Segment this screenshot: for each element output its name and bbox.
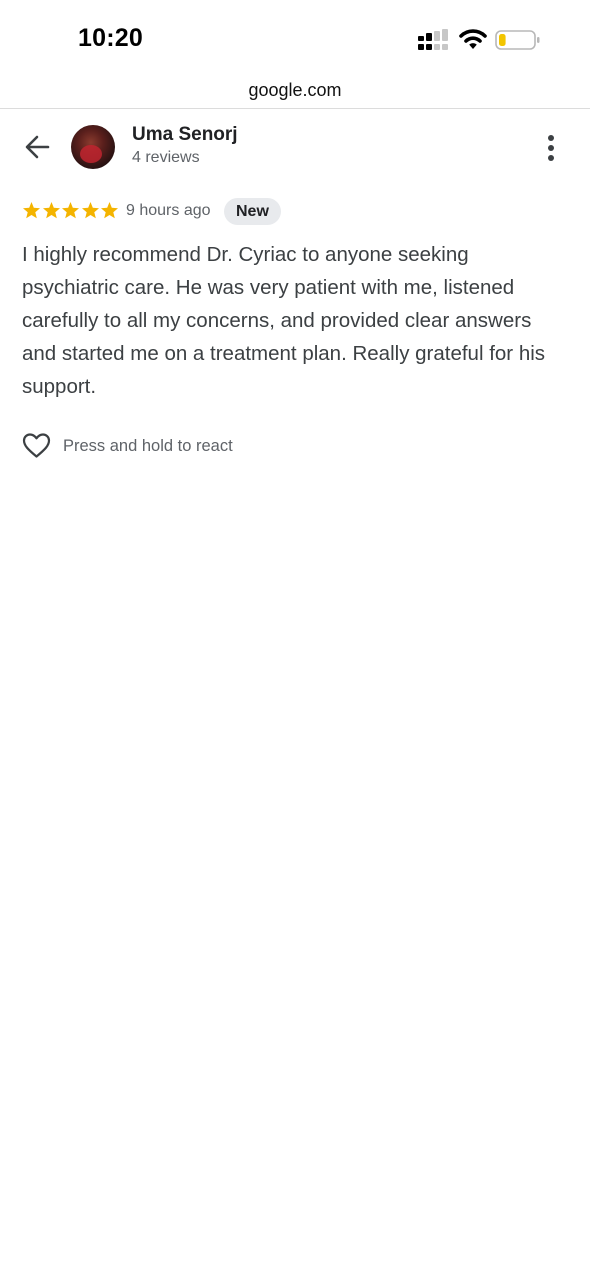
react-hint: Press and hold to react	[63, 437, 233, 455]
wifi-icon	[459, 29, 487, 49]
status-bar: 10:20	[0, 0, 590, 80]
star-rating	[22, 201, 120, 221]
star-icon	[62, 202, 79, 219]
cellular-signal-icon	[418, 29, 448, 50]
star-icon	[42, 202, 60, 219]
more-options-icon[interactable]	[540, 133, 562, 163]
battery-icon	[495, 30, 540, 50]
star-icon	[101, 202, 118, 219]
heart-outline-icon[interactable]	[22, 432, 51, 459]
url-bar[interactable]: google.com	[0, 76, 590, 109]
status-time: 10:20	[78, 24, 143, 52]
star-icon	[81, 202, 99, 219]
avatar-photo-detail	[80, 145, 102, 163]
review-time: 9 hours ago	[126, 202, 211, 219]
new-badge: New	[224, 198, 281, 225]
reviewer-review-count: 4 reviews	[132, 149, 200, 166]
review-page: 10:20 google.com Uma Senorj 4 reviews 9 …	[0, 0, 590, 1280]
review-text: I highly recommend Dr. Cyriac to anyone …	[22, 243, 546, 398]
avatar[interactable]	[71, 125, 115, 169]
reviewer-name[interactable]: Uma Senorj	[132, 124, 238, 146]
url-text: google.com	[248, 80, 342, 100]
star-icon	[23, 202, 40, 219]
back-arrow-icon[interactable]	[20, 131, 56, 163]
